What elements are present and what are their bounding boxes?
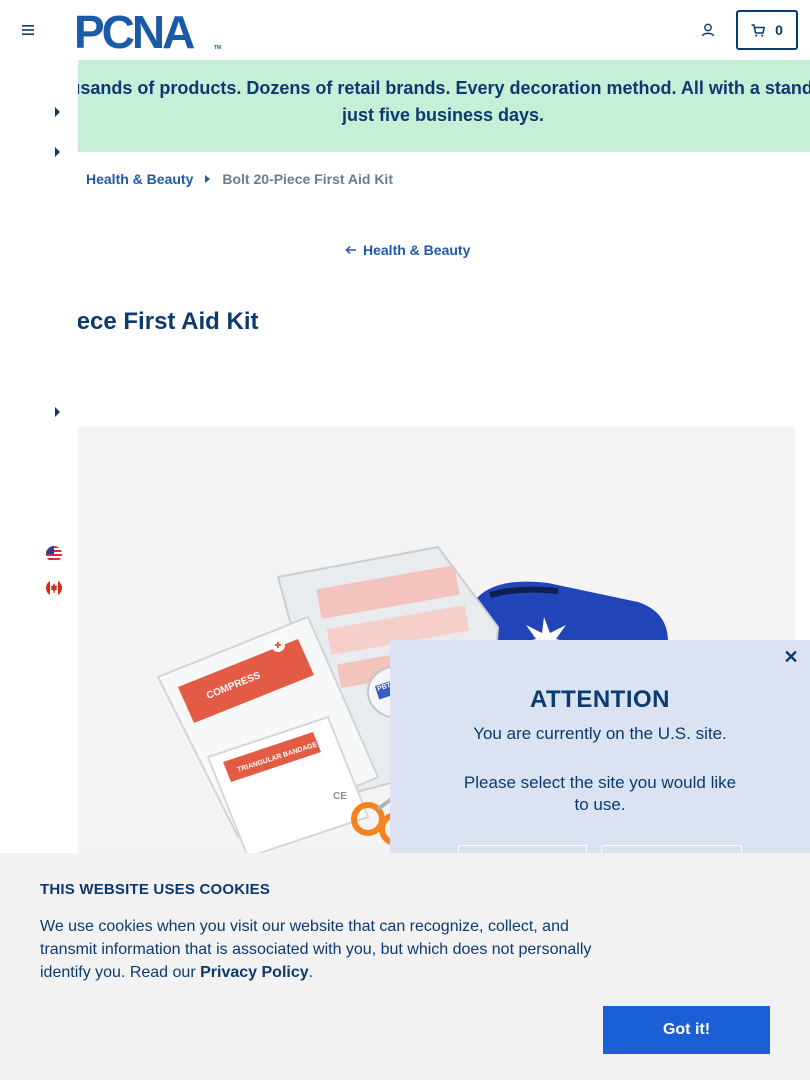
cart-count: 0 bbox=[775, 22, 783, 38]
back-link-label: Health & Beauty bbox=[363, 242, 471, 258]
caret-right-icon[interactable] bbox=[52, 406, 62, 418]
site-header: PCNA TM 0 bbox=[0, 0, 810, 60]
cookie-text: We use cookies when you visit our websit… bbox=[40, 915, 600, 984]
promo-banner: Why Wait? Thousands of products. Dozens … bbox=[78, 60, 810, 152]
modal-heading: ATTENTION bbox=[529, 686, 671, 713]
breadcrumb-current: Bolt 20-Piece First Aid Kit bbox=[222, 171, 393, 187]
privacy-policy-link[interactable]: Privacy Policy bbox=[200, 964, 309, 981]
modal-select-site-text: Please select the site you would like to… bbox=[463, 773, 737, 814]
accept-cookies-button[interactable]: Got it! bbox=[603, 1006, 770, 1054]
back-to-category-link[interactable]: Health & Beauty bbox=[345, 242, 470, 258]
account-icon bbox=[701, 23, 715, 37]
arrow-left-icon bbox=[345, 245, 356, 255]
breadcrumb-category-link[interactable]: Health & Beauty bbox=[86, 171, 193, 187]
menu-button[interactable] bbox=[16, 18, 40, 42]
pcna-logo[interactable]: PCNA TM bbox=[74, 8, 226, 52]
canada-flag-icon[interactable] bbox=[45, 579, 63, 597]
account-button[interactable] bbox=[696, 18, 720, 42]
us-flag-icon[interactable] bbox=[45, 545, 63, 563]
modal-current-site-text: You are currently on the U.S. site. bbox=[473, 724, 727, 743]
cookie-body: We use cookies when you visit our websit… bbox=[40, 918, 592, 981]
cookie-end: . bbox=[308, 964, 314, 981]
cookie-banner: THIS WEBSITE USES COOKIES We use cookies… bbox=[0, 853, 810, 1080]
cookie-title: THIS WEBSITE USES COOKIES bbox=[40, 881, 271, 898]
svg-text:CE: CE bbox=[333, 791, 347, 802]
promo-banner-text: Why Wait? Thousands of products. Dozens … bbox=[78, 78, 810, 125]
cart-button[interactable]: 0 bbox=[736, 10, 798, 50]
caret-right-icon bbox=[205, 175, 211, 183]
cart-icon bbox=[751, 23, 766, 37]
breadcrumb: Health & Beauty Bolt 20-Piece First Aid … bbox=[86, 171, 393, 187]
close-icon[interactable]: ✕ bbox=[782, 648, 800, 666]
caret-right-icon[interactable] bbox=[52, 146, 62, 158]
svg-text:TM: TM bbox=[214, 45, 221, 51]
hamburger-icon bbox=[22, 25, 34, 35]
svg-text:PCNA: PCNA bbox=[74, 8, 194, 52]
caret-right-icon[interactable] bbox=[52, 106, 62, 118]
left-rail bbox=[0, 60, 78, 860]
